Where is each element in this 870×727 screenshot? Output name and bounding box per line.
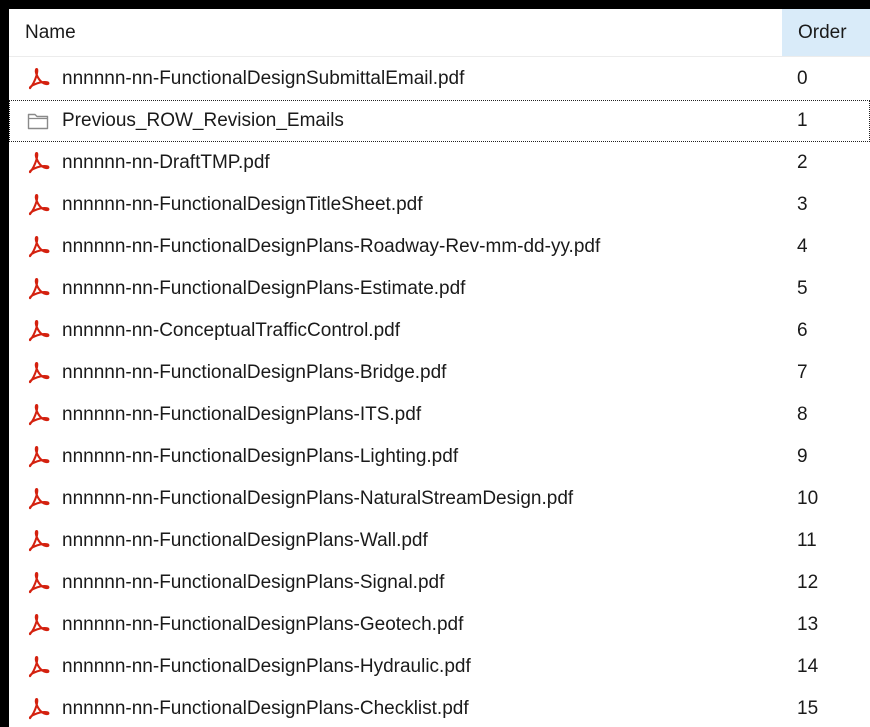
pdf-icon (26, 571, 50, 595)
file-name: nnnnnn-nn-FunctionalDesignPlans-Signal.p… (62, 572, 445, 593)
list-item[interactable]: nnnnnn-nn-FunctionalDesignPlans-Hydrauli… (9, 646, 870, 688)
file-order: 12 (797, 572, 819, 593)
pdf-icon (26, 319, 50, 343)
file-order: 1 (797, 110, 808, 131)
file-order: 8 (797, 404, 808, 425)
list-item[interactable]: nnnnnn-nn-FunctionalDesignPlans-Bridge.p… (9, 352, 870, 394)
file-order: 11 (797, 530, 817, 551)
file-order: 7 (797, 362, 808, 383)
file-order: 6 (797, 320, 808, 341)
file-name: nnnnnn-nn-ConceptualTrafficControl.pdf (62, 320, 400, 341)
list-item[interactable]: nnnnnn-nn-ConceptualTrafficControl.pdf 6 (9, 310, 870, 352)
pdf-icon (26, 235, 50, 259)
file-order: 13 (797, 614, 819, 635)
file-name: nnnnnn-nn-FunctionalDesignPlans-Roadway-… (62, 236, 601, 257)
file-order: 3 (797, 194, 808, 215)
file-order: 0 (797, 68, 808, 89)
file-name: nnnnnn-nn-FunctionalDesignPlans-Hydrauli… (62, 656, 471, 677)
file-order: 10 (797, 488, 819, 509)
file-name: nnnnnn-nn-FunctionalDesignPlans-Bridge.p… (62, 362, 447, 383)
file-name: nnnnnn-nn-FunctionalDesignPlans-Lighting… (62, 446, 459, 467)
pdf-icon (26, 277, 50, 301)
pdf-icon (26, 67, 50, 91)
column-header-name[interactable]: Name (9, 9, 781, 56)
pdf-icon (26, 529, 50, 553)
pdf-icon (26, 445, 50, 469)
pdf-icon (26, 613, 50, 637)
pdf-icon (26, 361, 50, 385)
list-item[interactable]: nnnnnn-nn-FunctionalDesignPlans-Lighting… (9, 436, 870, 478)
file-order: 15 (797, 698, 819, 719)
list-item[interactable]: nnnnnn-nn-FunctionalDesignPlans-Roadway-… (9, 226, 870, 268)
file-name: nnnnnn-nn-FunctionalDesignPlans-Geotech.… (62, 614, 464, 635)
file-name: Previous_ROW_Revision_Emails (62, 110, 344, 131)
file-name: nnnnnn-nn-FunctionalDesignPlans-Checklis… (62, 698, 469, 719)
list-item-focused[interactable]: Previous_ROW_Revision_Emails 1 (9, 100, 870, 142)
file-order: 4 (797, 236, 808, 257)
list-item[interactable]: nnnnnn-nn-FunctionalDesignPlans-Checklis… (9, 688, 870, 727)
list-item[interactable]: nnnnnn-nn-FunctionalDesignSubmittalEmail… (9, 58, 870, 100)
pdf-icon (26, 403, 50, 427)
file-order: 2 (797, 152, 808, 173)
column-header-row: Name Order (9, 9, 870, 57)
file-list-pane: Name Order nnnnnn-nn-FunctionalDesignSub… (9, 9, 870, 727)
list-item[interactable]: nnnnnn-nn-FunctionalDesignPlans-Wall.pdf… (9, 520, 870, 562)
file-list: nnnnnn-nn-FunctionalDesignSubmittalEmail… (9, 58, 870, 727)
file-name: nnnnnn-nn-DraftTMP.pdf (62, 152, 270, 173)
file-order: 9 (797, 446, 808, 467)
folder-icon (26, 109, 50, 133)
list-item[interactable]: nnnnnn-nn-FunctionalDesignPlans-Geotech.… (9, 604, 870, 646)
list-item[interactable]: nnnnnn-nn-FunctionalDesignPlans-NaturalS… (9, 478, 870, 520)
file-name: nnnnnn-nn-FunctionalDesignPlans-ITS.pdf (62, 404, 422, 425)
pdf-icon (26, 487, 50, 511)
file-name: nnnnnn-nn-FunctionalDesignSubmittalEmail… (62, 68, 465, 89)
list-item[interactable]: nnnnnn-nn-FunctionalDesignPlans-Estimate… (9, 268, 870, 310)
pdf-icon (26, 697, 50, 721)
column-header-order[interactable]: Order (781, 9, 870, 56)
file-order: 14 (797, 656, 819, 677)
pdf-icon (26, 193, 50, 217)
file-name: nnnnnn-nn-FunctionalDesignPlans-Wall.pdf (62, 530, 428, 551)
file-name: nnnnnn-nn-FunctionalDesignPlans-Estimate… (62, 278, 466, 299)
file-order: 5 (797, 278, 808, 299)
file-name: nnnnnn-nn-FunctionalDesignPlans-NaturalS… (62, 488, 574, 509)
list-item[interactable]: nnnnnn-nn-DraftTMP.pdf 2 (9, 142, 870, 184)
list-item[interactable]: nnnnnn-nn-FunctionalDesignTitleSheet.pdf… (9, 184, 870, 226)
pdf-icon (26, 151, 50, 175)
list-item[interactable]: nnnnnn-nn-FunctionalDesignPlans-ITS.pdf … (9, 394, 870, 436)
file-name: nnnnnn-nn-FunctionalDesignTitleSheet.pdf (62, 194, 423, 215)
list-item[interactable]: nnnnnn-nn-FunctionalDesignPlans-Signal.p… (9, 562, 870, 604)
pdf-icon (26, 655, 50, 679)
